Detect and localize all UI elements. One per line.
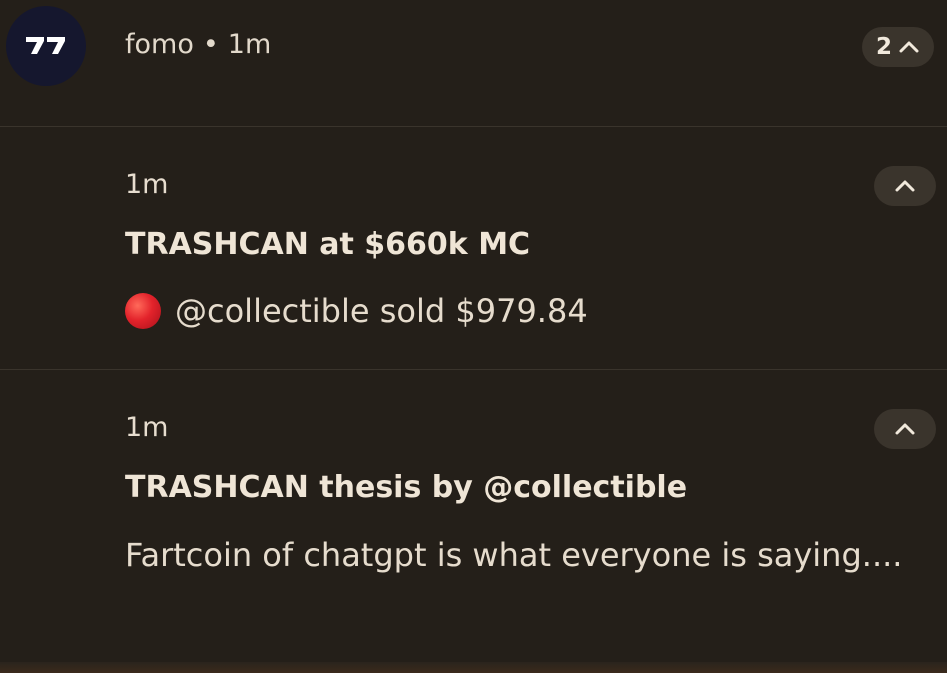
notification-body-text: Fartcoin of chatgpt is what everyone is … — [125, 536, 903, 574]
notification-group-header[interactable]: fomo • 1m 2 — [0, 0, 947, 126]
notification-count-button[interactable]: 2 — [862, 27, 934, 67]
expand-button[interactable] — [874, 409, 936, 449]
notification-item[interactable]: 1m TRASHCAN thesis by @collectible Fartc… — [0, 370, 947, 662]
notification-time: 1m — [125, 412, 169, 443]
meta-separator: • — [202, 29, 219, 60]
notification-title: TRASHCAN thesis by @collectible — [125, 470, 688, 505]
bottom-edge — [0, 662, 947, 673]
fomo-logo-icon — [6, 6, 86, 86]
app-name: fomo — [125, 29, 194, 60]
notification-title: TRASHCAN at $660k MC — [125, 227, 531, 262]
expand-button[interactable] — [874, 166, 936, 206]
notification-count: 2 — [875, 34, 892, 60]
notification-body-text: @collectible sold $979.84 — [175, 292, 588, 330]
chevron-up-icon — [895, 423, 915, 435]
chevron-up-icon — [899, 41, 919, 53]
notification-time: 1m — [125, 169, 169, 200]
app-meta: fomo • 1m — [125, 27, 271, 63]
group-time: 1m — [227, 29, 272, 60]
chevron-up-icon — [895, 180, 915, 192]
notification-body: @collectible sold $979.84 — [125, 285, 905, 337]
notification-item[interactable]: 1m TRASHCAN at $660k MC @collectible sol… — [0, 127, 947, 369]
red-circle-icon — [125, 293, 161, 329]
